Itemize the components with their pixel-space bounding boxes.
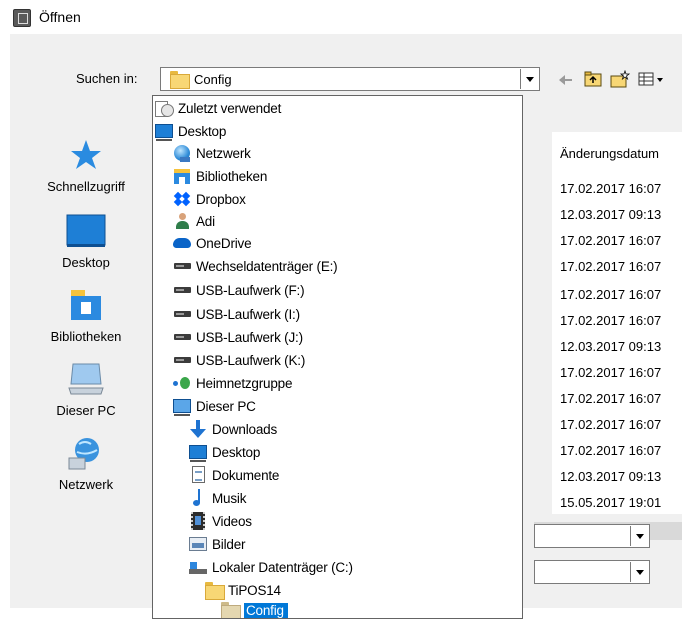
removable-drive-icon [173, 257, 191, 275]
videos-icon [189, 512, 207, 530]
folder-icon [221, 601, 241, 618]
dropdown-item[interactable]: Lokaler Datenträger (C:) [189, 556, 353, 578]
dropdown-item[interactable]: USB-Laufwerk (K:) [173, 349, 305, 371]
file-date[interactable]: 15.05.2017 19:01 [560, 495, 661, 510]
dropdown-item[interactable]: Bilder [189, 533, 246, 555]
star-icon [71, 140, 101, 169]
desktop-icon [189, 443, 207, 462]
dropdown-item[interactable]: Dieser PC [173, 395, 256, 417]
dropdown-item[interactable]: Adi [173, 210, 215, 232]
libraries-icon [71, 290, 101, 320]
place-label: Desktop [62, 255, 110, 270]
file-type-combobox[interactable] [534, 560, 650, 584]
network-icon [173, 144, 191, 162]
dropdown-item[interactable]: Musik [189, 487, 246, 509]
place-this-pc[interactable]: Dieser PC [20, 356, 152, 428]
dropdown-item[interactable]: Videos [189, 510, 252, 532]
file-date[interactable]: 12.03.2017 09:13 [560, 339, 661, 354]
dropdown-item[interactable]: Bibliotheken [173, 165, 267, 187]
view-menu-icon[interactable] [638, 70, 668, 90]
network-icon [68, 438, 99, 470]
file-date[interactable]: 17.02.2017 16:07 [560, 313, 661, 328]
dropdown-item[interactable]: Zuletzt verwendet [155, 97, 281, 119]
dropdown-item[interactable]: Desktop [189, 441, 260, 463]
desktop-icon [155, 122, 173, 141]
dropdown-item[interactable]: Wechseldatenträger (E:) [173, 255, 338, 277]
place-libraries[interactable]: Bibliotheken [20, 282, 152, 354]
dropdown-item[interactable]: USB-Laufwerk (J:) [173, 326, 303, 348]
dropdown-item[interactable]: OneDrive [173, 232, 252, 254]
dropdown-item[interactable]: Desktop [155, 120, 226, 142]
file-date[interactable]: 17.02.2017 16:07 [560, 365, 661, 380]
dropbox-icon [173, 190, 191, 208]
libraries-icon [173, 167, 191, 185]
file-date[interactable]: 17.02.2017 16:07 [560, 233, 661, 248]
place-network[interactable]: Netzwerk [20, 430, 152, 502]
dropdown-item[interactable]: USB-Laufwerk (F:) [173, 279, 305, 301]
user-icon [173, 212, 191, 230]
place-label: Bibliotheken [50, 329, 122, 344]
place-label: Dieser PC [56, 403, 116, 418]
file-date[interactable]: 17.02.2017 16:07 [560, 391, 661, 406]
dropdown-item[interactable]: TiPOS14 [205, 579, 281, 601]
look-in-combobox[interactable]: Config [160, 67, 540, 91]
dropdown-arrow-icon[interactable] [630, 562, 648, 582]
usb-drive-icon [173, 305, 191, 323]
dropdown-item[interactable]: USB-Laufwerk (I:) [173, 303, 300, 325]
place-quick-access[interactable]: Schnellzugriff [20, 132, 152, 204]
title-bar: Öffnen [0, 0, 682, 34]
recent-icon [155, 99, 174, 117]
pictures-icon [189, 535, 207, 553]
onedrive-icon [173, 234, 191, 252]
local-disk-icon [189, 558, 207, 576]
app-icon [13, 9, 31, 27]
file-date[interactable]: 17.02.2017 16:07 [560, 417, 661, 432]
place-label: Schnellzugriff [47, 179, 125, 194]
desktop-icon [66, 214, 106, 247]
dropdown-item[interactable]: Heimnetzgruppe [173, 372, 292, 394]
folder-icon [205, 581, 225, 600]
place-desktop[interactable]: Desktop [20, 208, 152, 280]
homegroup-icon [173, 374, 191, 392]
usb-drive-icon [173, 281, 191, 299]
documents-icon [189, 466, 207, 484]
window-title: Öffnen [39, 9, 81, 25]
music-icon [189, 489, 207, 507]
new-folder-icon[interactable] [610, 69, 631, 90]
computer-icon [173, 397, 191, 416]
dropdown-item[interactable]: Downloads [189, 418, 277, 440]
downloads-icon [189, 420, 207, 438]
file-list[interactable]: Änderungsdatum 17.02.2017 16:07 12.03.20… [552, 132, 682, 514]
dropdown-item[interactable]: Dokumente [189, 464, 279, 486]
usb-drive-icon [173, 328, 191, 346]
dropdown-item-selected[interactable]: Config [221, 599, 288, 618]
look-in-dropdown-list[interactable]: Zuletzt verwendet Desktop Netzwerk Bibli… [152, 95, 523, 619]
file-date[interactable]: 17.02.2017 16:07 [560, 181, 661, 196]
file-name-combobox[interactable] [534, 524, 650, 548]
dropdown-arrow-icon[interactable] [520, 69, 538, 89]
computer-icon [68, 363, 104, 395]
dropdown-item[interactable]: Netzwerk [173, 142, 251, 164]
dropdown-arrow-icon[interactable] [630, 526, 648, 546]
file-date[interactable]: 12.03.2017 09:13 [560, 207, 661, 222]
place-label: Netzwerk [58, 477, 114, 492]
usb-drive-icon [173, 351, 191, 369]
back-arrow-icon[interactable] [558, 70, 574, 90]
file-date[interactable]: 17.02.2017 16:07 [560, 443, 661, 458]
file-date[interactable]: 12.03.2017 09:13 [560, 469, 661, 484]
up-folder-icon[interactable] [584, 70, 602, 90]
folder-icon [170, 71, 190, 89]
dropdown-item[interactable]: Dropbox [173, 188, 246, 210]
file-date[interactable]: 17.02.2017 16:07 [560, 259, 661, 274]
look-in-label: Suchen in: [76, 71, 138, 86]
look-in-value: Config [194, 72, 232, 87]
column-header-modified[interactable]: Änderungsdatum [560, 146, 659, 161]
file-date[interactable]: 17.02.2017 16:07 [560, 287, 661, 302]
